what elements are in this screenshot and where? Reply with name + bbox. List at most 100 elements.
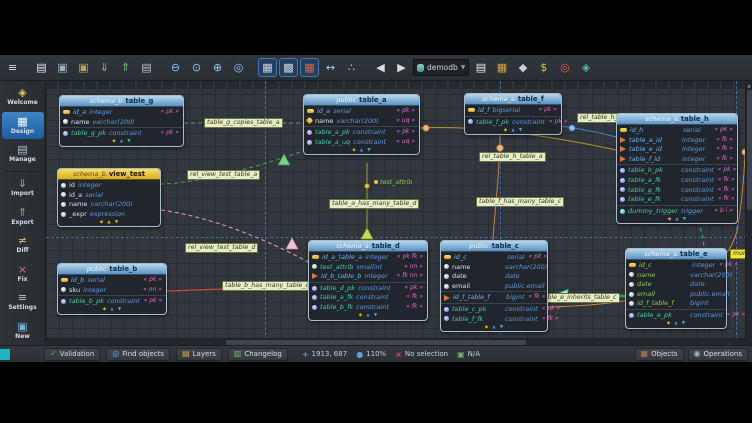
collapse-diamond-icon[interactable]: ◆ — [352, 148, 355, 153]
sidebar-item-fix[interactable]: ×Fix — [2, 259, 44, 287]
zoom-out-button[interactable]: ⊖ — [166, 58, 185, 77]
row-id_f_table_f[interactable]: id_f_table_fbigint — [626, 298, 726, 308]
table-header[interactable]: schema_a.table_d — [309, 241, 427, 252]
relationship-label-table_e_inherits_table_c[interactable]: table_e_inherits_table_c — [538, 293, 620, 303]
recent-models-button[interactable]: ▣ — [74, 58, 93, 77]
relationship-label-table_a_has_many_table_d[interactable]: table_a_has_many_table_d — [329, 199, 419, 209]
collapse-up-icon[interactable]: ▲ — [360, 148, 363, 153]
row-id_b_table_b[interactable]: id_b_table_binteger« fk nn » — [309, 271, 427, 281]
table-footer-controls[interactable]: ◆ ▲ ▼ — [304, 146, 419, 154]
tab-find-objects[interactable]: ◎Find objects — [106, 348, 170, 361]
sidebar-item-diff[interactable]: ≠Diff — [2, 231, 44, 259]
scroll-up-arrow[interactable]: ▲ — [746, 81, 752, 89]
magnifier-tool-button[interactable]: ◎ — [229, 58, 248, 77]
sidebar-item-export[interactable]: ⇑Export — [2, 202, 44, 230]
table-table_h[interactable]: schema_a.table_hid_hserial« pk »table_a_… — [616, 113, 738, 224]
table-header[interactable]: schema_a.table_h — [617, 114, 737, 125]
relationship-arrow[interactable] — [361, 228, 373, 239]
table-table_d[interactable]: schema_a.table_did_a_table_ainteger« pk … — [308, 240, 428, 321]
collapse-up-icon[interactable]: ▲ — [511, 128, 514, 133]
row-table_f_fk[interactable]: table_f_fkconstraint« fk » — [441, 314, 547, 324]
row-table_b_fk[interactable]: table_b_fkconstraint« fk » — [309, 302, 427, 312]
collapse-diamond-icon[interactable]: ◆ — [359, 313, 362, 318]
relationship-label-table_f_has_many_table_c[interactable]: table_f_has_many_table_c — [476, 197, 564, 207]
save-as-model-button[interactable]: ⇑ — [116, 58, 135, 77]
view-view_test[interactable]: schema_b.view_testidintegerid_aserialnam… — [57, 168, 161, 227]
collapse-diamond-icon[interactable]: ◆ — [667, 321, 670, 326]
horizontal-scrollbar[interactable] — [46, 338, 745, 345]
model-canvas[interactable]: ▲ schema_b.table_gid_ainteger« pk »namev… — [46, 81, 752, 345]
table-footer-controls[interactable]: ◆▲▼ — [60, 138, 183, 146]
collapse-down-icon[interactable]: ▼ — [682, 321, 685, 326]
table-footer-controls[interactable]: ◆▲▼ — [309, 312, 427, 320]
row-id_a[interactable]: id_aserial — [58, 190, 160, 200]
relationship-label-rel_view_test_table_d[interactable]: rel_view_test_table_d — [185, 243, 258, 253]
relationship-arrow[interactable] — [278, 154, 290, 165]
table-table_a[interactable]: public.table_aid_aserial« pk »namevarcha… — [303, 94, 420, 155]
vertical-scrollbar[interactable]: ▲ — [745, 81, 752, 345]
collapse-up-icon[interactable]: ▲ — [674, 321, 677, 326]
next-model-button[interactable]: ▶ — [392, 58, 411, 77]
row-email[interactable]: emailpublic.email — [626, 289, 726, 299]
row-table_f_pk[interactable]: table_f_pkconstraint« pk » — [465, 116, 561, 127]
collapse-diamond-icon[interactable]: ◆ — [485, 325, 488, 330]
row-name[interactable]: namevarchar(200) — [60, 117, 183, 127]
relationship-label-rel_table_h_table_a[interactable]: rel_table_h_table_a — [479, 152, 546, 162]
row-table_e_pk[interactable]: table_e_pkconstraint« pk » — [626, 309, 726, 320]
export-image-button[interactable]: ▦ — [492, 58, 511, 77]
new-model-button[interactable]: ▤ — [32, 58, 51, 77]
bug-report-button[interactable]: ◆ — [513, 58, 532, 77]
row-test_attrib[interactable]: test_attribsmallint« nn » — [309, 262, 427, 272]
collapse-diamond-icon[interactable]: ◆ — [668, 217, 671, 222]
row-table_h_pk[interactable]: table_h_pkconstraint« pk » — [617, 164, 737, 175]
collapse-down-icon[interactable]: ▼ — [500, 325, 503, 330]
row-table_g_fk[interactable]: table_g_fkconstraint« fk » — [617, 185, 737, 195]
collapse-down-icon[interactable]: ▼ — [683, 217, 686, 222]
collapse-down-icon[interactable]: ▼ — [367, 148, 370, 153]
row-table_a_uq[interactable]: table_a_uqconstraint« uq » — [304, 137, 419, 147]
collapse-down-icon[interactable]: ▼ — [127, 139, 130, 144]
row-id_c[interactable]: id_cserial« pk » — [441, 252, 547, 262]
plugins-button[interactable]: ◈ — [576, 58, 595, 77]
relationship-label-rel_view_test_table_a[interactable]: rel_view_test_table_a — [187, 170, 260, 180]
vertical-scroll-handle[interactable] — [747, 90, 752, 210]
row-id_f[interactable]: id_fbigserial« pk » — [465, 105, 561, 115]
attribute-point[interactable] — [365, 184, 369, 188]
expand-canvas-button[interactable]: ↔ — [321, 58, 340, 77]
zoom-reset-button[interactable]: ⊙ — [187, 58, 206, 77]
relationship-arrow[interactable] — [286, 238, 298, 249]
relationship-label-table_b_has_many_table_d[interactable]: table_b_has_many_table_d — [222, 281, 312, 291]
row-_expr[interactable]: _exprexpression — [58, 209, 160, 219]
table-header[interactable]: public.table_b — [58, 264, 166, 275]
table-footer-controls[interactable]: ◆ ▲ ▼ — [441, 323, 547, 331]
row-id_a[interactable]: id_aserial« pk » — [304, 106, 419, 116]
show-grid-toggle-button[interactable]: ▦ — [258, 58, 277, 77]
zoom-in-button[interactable]: ⊕ — [208, 58, 227, 77]
row-id_b[interactable]: id_bserial« pk » — [58, 275, 166, 285]
row-id_f_table_f[interactable]: id_f_table_fbigint« fk » — [441, 291, 547, 302]
table-header[interactable]: public.table_a — [304, 95, 419, 106]
relationship-label-test_attrib[interactable]: test_attrib — [372, 179, 414, 187]
relationship-endpoint[interactable] — [497, 145, 503, 151]
horizontal-scroll-handle[interactable] — [226, 340, 526, 345]
table-header[interactable]: public.table_c — [441, 241, 547, 252]
collapse-down-icon[interactable]: ▼ — [118, 307, 121, 312]
tab-validation[interactable]: ✓Validation — [44, 348, 100, 361]
collapse-diamond-icon[interactable]: ◆ — [504, 128, 507, 133]
row-table_e_id[interactable]: table_e_idinteger« fk » — [617, 144, 737, 154]
row-sku[interactable]: skuinteger« nn » — [58, 285, 166, 295]
collapse-up-icon[interactable]: ▲ — [107, 220, 110, 225]
row-table_b_pk[interactable]: table_b_pkconstraint« pk » — [58, 295, 166, 306]
relationship-endpoint[interactable] — [423, 125, 429, 131]
collapse-up-icon[interactable]: ▲ — [492, 325, 495, 330]
row-id_a[interactable]: id_ainteger« pk » — [60, 107, 183, 117]
row-table_e_fk[interactable]: table_e_fkconstraint« fk » — [617, 194, 737, 204]
collapse-down-icon[interactable]: ▼ — [374, 313, 377, 318]
print-model-button[interactable]: ▤ — [137, 58, 156, 77]
row-table_a_pk[interactable]: table_a_pkconstraint« pk » — [304, 126, 419, 137]
table-header[interactable]: schema_a.table_e — [626, 249, 726, 260]
operations-button[interactable]: ◉Operations — [688, 348, 748, 361]
table-header[interactable]: schema_b.view_test — [58, 169, 160, 180]
row-name[interactable]: namevarchar(200) — [626, 270, 726, 280]
collapse-diamond-icon[interactable]: ◆ — [112, 139, 115, 144]
